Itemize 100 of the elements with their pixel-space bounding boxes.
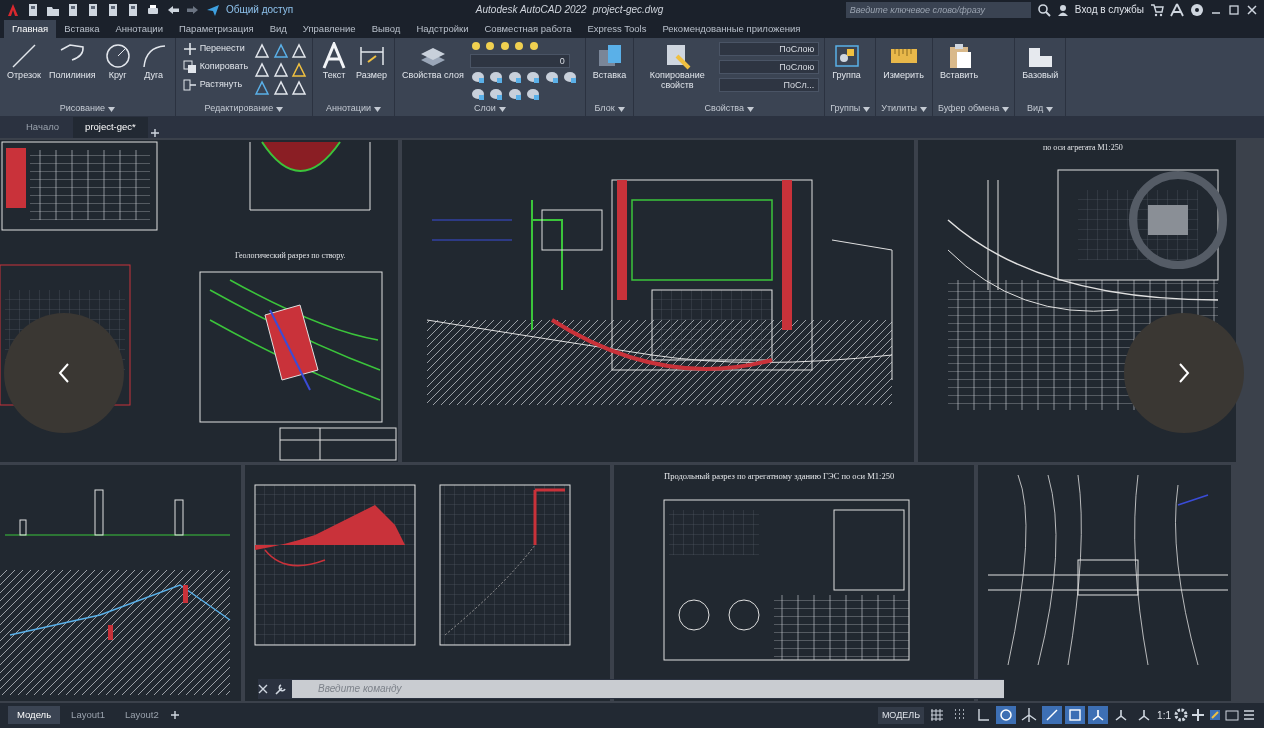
panel-title[interactable]: Утилиты — [881, 102, 917, 116]
ribbon-tab[interactable]: Аннотации — [107, 19, 171, 39]
panel-title[interactable]: Редактирование — [204, 102, 274, 116]
dropdown[interactable]: 0 — [469, 54, 570, 69]
modify-tool-icon[interactable] — [272, 43, 289, 60]
plus-icon[interactable] — [1191, 708, 1205, 723]
tool-button[interactable]: Вставить — [938, 40, 981, 83]
tool-button[interactable]: Дуга — [137, 40, 170, 83]
model-space-button[interactable]: МОДЕЛЬ — [877, 706, 925, 725]
panel-title[interactable]: Блок — [594, 102, 615, 116]
tool-button[interactable]: Группа — [830, 40, 863, 83]
light-bulb-icon[interactable] — [469, 40, 482, 53]
layout-tab[interactable]: Модель — [8, 706, 61, 725]
layer-tool-icon[interactable] — [506, 86, 523, 101]
modify-tool-icon[interactable] — [291, 43, 308, 60]
light-bulb-icon[interactable] — [527, 40, 540, 53]
layer-tool-icon[interactable] — [506, 70, 523, 85]
caret-icon[interactable] — [1002, 106, 1010, 112]
command-field[interactable]: Введите команду — [292, 679, 1004, 698]
ribbon-tab[interactable]: Параметризация — [171, 19, 262, 39]
caret-icon[interactable] — [863, 106, 871, 112]
caret-icon[interactable] — [617, 106, 625, 112]
print-icon[interactable] — [146, 2, 160, 17]
triangle-icon[interactable] — [1170, 2, 1184, 17]
settings-icon[interactable] — [1174, 708, 1188, 723]
layer-tool-icon[interactable] — [562, 70, 579, 85]
document-tab[interactable]: Начало — [14, 117, 72, 138]
caret-icon[interactable] — [276, 106, 284, 112]
dropdown[interactable]: ПоСл... — [719, 78, 820, 93]
panel-title[interactable]: Группы — [830, 102, 861, 116]
plus-icon[interactable] — [149, 127, 160, 138]
panel-title[interactable]: Слои — [473, 102, 496, 116]
layer-tool-icon[interactable] — [469, 70, 486, 85]
maximize-icon[interactable] — [1228, 3, 1240, 16]
modify-tool-icon[interactable] — [291, 61, 308, 78]
share-link[interactable]: Общий доступ — [226, 2, 294, 18]
close-icon[interactable] — [1246, 3, 1258, 16]
status-toggle[interactable] — [1088, 706, 1109, 725]
tool-button[interactable]: Перенести — [180, 40, 251, 59]
layer-tool-icon[interactable] — [525, 70, 542, 85]
panel-title[interactable]: Буфер обмена — [938, 102, 1000, 116]
light-bulb-icon[interactable] — [498, 40, 511, 53]
plus-icon[interactable] — [169, 710, 180, 721]
light-bulb-icon[interactable] — [484, 40, 497, 53]
tool-button[interactable]: Круг — [101, 40, 134, 83]
tool-button[interactable]: Вставка — [590, 40, 629, 83]
layer-tool-icon[interactable] — [543, 70, 560, 85]
app-logo-icon[interactable] — [6, 2, 20, 17]
tool-button[interactable]: Копировать — [180, 58, 251, 77]
panel-title[interactable]: Свойства — [704, 102, 744, 116]
modify-tool-icon[interactable] — [291, 80, 308, 97]
wrench-icon[interactable] — [274, 682, 286, 695]
ribbon-tab[interactable]: Вставка — [56, 19, 108, 39]
tool-button[interactable]: Измерить — [881, 40, 926, 83]
ribbon-tab[interactable]: Вывод — [363, 19, 409, 39]
status-toggle[interactable] — [1042, 706, 1063, 725]
caret-icon[interactable] — [498, 106, 506, 112]
ribbon-tab[interactable]: Надстройки — [408, 19, 477, 39]
layer-tool-icon[interactable] — [525, 86, 542, 101]
ribbon-tab[interactable]: Рекомендованные приложения — [654, 19, 809, 39]
tool-button[interactable]: Свойства слоя — [400, 40, 466, 83]
search-field[interactable]: Введите ключевое слово/фразу — [845, 1, 1031, 18]
menu-icon[interactable] — [1242, 708, 1256, 723]
dropdown[interactable]: ПоСлою — [719, 60, 820, 75]
ribbon-tab[interactable]: Управление — [294, 19, 364, 39]
tool-button[interactable]: Размер — [354, 40, 390, 83]
new-file-icon[interactable] — [26, 2, 40, 17]
modify-tool-icon[interactable] — [272, 61, 289, 78]
status-toggle[interactable] — [1065, 706, 1086, 725]
tool-button[interactable]: Растянуть — [180, 76, 251, 95]
ribbon-tab[interactable]: Express Tools — [579, 19, 655, 39]
layer-tool-icon[interactable] — [469, 86, 486, 101]
close-icon[interactable] — [258, 683, 268, 694]
layer-tool-icon[interactable] — [488, 86, 505, 101]
scale-label[interactable]: 1:1 — [1157, 707, 1171, 723]
layout-tab[interactable]: Layout1 — [62, 706, 114, 725]
caret-icon[interactable] — [747, 106, 754, 112]
search-icon[interactable] — [1036, 2, 1051, 17]
modify-tool-icon[interactable] — [254, 61, 271, 78]
panel-title[interactable]: Вид — [1027, 102, 1044, 116]
caret-icon[interactable] — [107, 106, 115, 112]
layout-tab[interactable]: Layout2 — [115, 706, 168, 725]
cart-icon[interactable] — [1150, 2, 1164, 17]
tool-button[interactable]: Отрезок — [5, 40, 43, 83]
ribbon-tab[interactable]: Совместная работа — [476, 19, 580, 39]
caret-icon[interactable] — [374, 106, 382, 112]
light-bulb-icon[interactable] — [513, 40, 526, 53]
caret-icon[interactable] — [1046, 106, 1054, 112]
tool-button[interactable]: Полилиния — [46, 40, 98, 83]
layer-tool-icon[interactable] — [488, 70, 505, 85]
tool-button[interactable]: Копирование свойств — [639, 40, 716, 93]
ribbon-tab[interactable]: Вид — [261, 19, 295, 39]
document-icon[interactable] — [106, 2, 120, 17]
panel-title[interactable]: Рисование — [59, 102, 105, 116]
modify-tool-icon[interactable] — [254, 43, 271, 60]
modify-tool-icon[interactable] — [272, 80, 289, 97]
caret-icon[interactable] — [920, 106, 927, 112]
tool-button[interactable]: Базовый — [1020, 40, 1061, 83]
tool-button[interactable]: Текст — [318, 40, 351, 83]
modify-tool-icon[interactable] — [254, 80, 271, 97]
